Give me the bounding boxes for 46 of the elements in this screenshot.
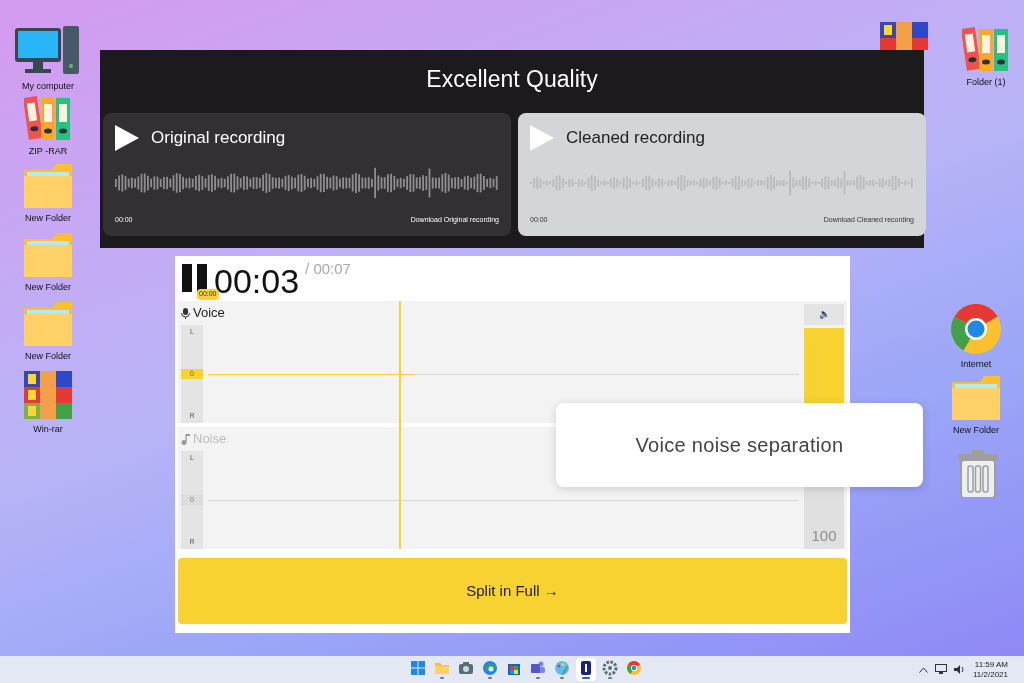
clock-date: 11/2/2021 — [973, 670, 1008, 679]
windows-icon[interactable] — [410, 660, 426, 676]
desktop-icon-label[interactable]: Win-rar — [33, 425, 63, 434]
folder-icon — [24, 302, 72, 346]
play-icon[interactable] — [115, 124, 139, 151]
folder-icon — [24, 164, 72, 208]
app-icon[interactable] — [578, 660, 594, 676]
desktop-icon-label[interactable]: ZIP -RAR — [28, 147, 68, 156]
binders-icon — [24, 95, 72, 141]
desktop-icon-label[interactable]: My computer — [22, 82, 74, 91]
total-time: / 00:07 — [305, 258, 351, 279]
track-name: Noise — [193, 430, 227, 449]
volume-icon[interactable] — [954, 664, 966, 675]
pause-icon[interactable] — [182, 264, 208, 292]
camera-icon[interactable] — [458, 660, 474, 676]
archive-icon — [24, 371, 72, 419]
desktop-icon-label[interactable]: Folder (1) — [966, 78, 1006, 87]
mute-button[interactable]: 🔈 — [804, 304, 844, 325]
recording-title: Original recording — [151, 126, 286, 149]
binders-icon — [962, 26, 1010, 72]
desktop-icon-label[interactable]: Internet — [960, 360, 992, 369]
folder-icon — [952, 376, 1000, 420]
settings-icon[interactable] — [602, 660, 618, 676]
taskbar-button[interactable] — [576, 658, 596, 681]
edge-icon[interactable] — [482, 660, 498, 676]
computer-icon — [15, 26, 81, 76]
window-title: Excellent Quality — [426, 65, 598, 94]
desktop-icon-label[interactable]: New Folder — [25, 352, 71, 361]
palette-icon[interactable] — [554, 660, 570, 676]
fader-reading: 100 — [811, 525, 837, 546]
caret-up-icon[interactable] — [919, 666, 928, 673]
archive-icon — [880, 22, 928, 50]
desktop-icon-label[interactable]: New Folder — [25, 214, 71, 223]
folder-icon — [24, 233, 72, 277]
microphone-icon — [181, 307, 190, 319]
chrome-icon — [951, 304, 1001, 354]
track-name: Voice — [193, 304, 225, 323]
people-icon[interactable] — [530, 660, 546, 676]
trash-icon — [958, 450, 998, 498]
split-button[interactable]: Split in Full → — [178, 558, 847, 624]
desktop-icon-label[interactable]: New Folder — [953, 426, 999, 435]
recording-title: Cleaned recording — [566, 126, 705, 149]
chrome-icon[interactable] — [626, 660, 642, 676]
music-note-icon — [181, 433, 190, 445]
desktop-icon-label[interactable]: New Folder — [25, 283, 71, 292]
clock-time: 11:59 AM — [974, 660, 1008, 669]
